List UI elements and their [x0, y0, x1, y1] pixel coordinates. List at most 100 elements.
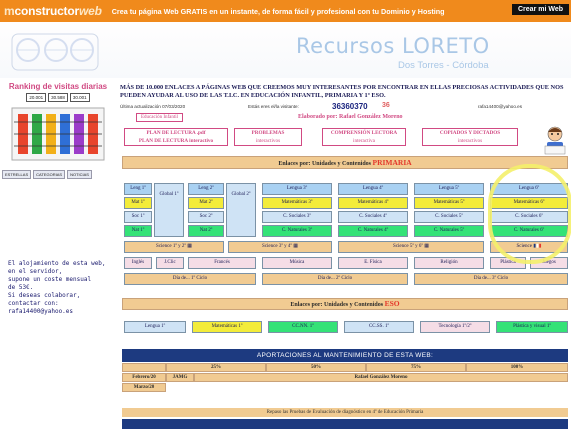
- comprension-link[interactable]: COMPRENSIÓN LECTORA interactiva: [322, 128, 406, 146]
- noticias-button[interactable]: NOTICIAS: [67, 170, 92, 179]
- mat-2-link[interactable]: Mat 2º: [188, 197, 224, 209]
- nav-label: COMPRENSIÓN LECTORA: [330, 130, 398, 136]
- lengua-4-link[interactable]: Lengua 4º: [338, 183, 408, 195]
- uk-flag-icon: ▦: [293, 244, 298, 249]
- leng-2-link[interactable]: Leng 2º: [188, 183, 224, 195]
- ingles-link[interactable]: Inglés: [124, 257, 152, 269]
- eso-matematicas-link[interactable]: Matemáticas 1º: [192, 321, 262, 333]
- left-sidebar: Ranking de visitas diarias 20.001 30.588…: [0, 80, 116, 429]
- plan-lectura-link[interactable]: PLAN DE LECTURA .pdf PLAN DE LECTURA int…: [124, 128, 228, 146]
- aportaciones-header: APORTACIONES AL MANTENIMIENTO DE ESTA WE…: [122, 349, 568, 362]
- ranking-buttons: 20.001 30.588 30.001: [0, 93, 116, 102]
- tic-logo-icon: [11, 33, 99, 71]
- mat-1-link[interactable]: Mat 1º: [124, 197, 152, 209]
- ranking-button[interactable]: 30.588: [48, 93, 68, 102]
- frances-link[interactable]: Francés: [188, 257, 256, 269]
- soc-2-link[interactable]: Soc 2º: [188, 211, 224, 223]
- lengua-5-link[interactable]: Lengua 5º: [414, 183, 484, 195]
- primaria-header-text: Enlaces por: Unidades y Contenidos: [278, 161, 371, 167]
- brand-prefix: m: [4, 4, 15, 18]
- pruebas-header: Repaso las Pruebas de Evaluación de diag…: [122, 408, 568, 417]
- problemas-link[interactable]: PROBLEMAS interactivos: [234, 128, 302, 146]
- lengua-3-link[interactable]: Lengua 3º: [262, 183, 332, 195]
- promo-text[interactable]: Crea tu página Web GRATIS en un instante…: [112, 7, 445, 16]
- matematicas-3-link[interactable]: Matemáticas 3º: [262, 197, 332, 209]
- naturales-4-link[interactable]: C. Naturales 4º: [338, 225, 408, 237]
- eso-lengua-link[interactable]: Lengua 1º: [124, 321, 186, 333]
- intro-text: MÁS DE 10.000 ENLACES A PÁGINAS WEB QUE …: [120, 84, 564, 99]
- note-line: de 53€.: [8, 284, 34, 291]
- pruebas-links-row[interactable]: [122, 419, 568, 429]
- eso-tecnologia-link[interactable]: Tecnología 1º/2º: [420, 321, 490, 333]
- author-credit: Elaborado por: Rafael González Moreno: [298, 114, 403, 120]
- primaria-header: Enlaces por: Unidades y Contenidos PRIMA…: [122, 156, 568, 169]
- categorias-button[interactable]: CATEGORIAS: [33, 170, 66, 179]
- ranking-button[interactable]: 30.001: [69, 93, 90, 102]
- global-2-link[interactable]: Global 2º: [226, 183, 256, 237]
- child-reading-icon: [544, 126, 566, 155]
- aport-month: Marzo/20: [122, 383, 166, 392]
- nav-label: PLAN DE LECTURA .pdf: [146, 130, 206, 136]
- nat-2-link[interactable]: Nat 2º: [188, 225, 224, 237]
- note-line: supone un coste mensual: [8, 276, 92, 283]
- sidebar-small-buttons: ESTRELLAS CATEGORIAS NOTICIAS: [2, 170, 114, 179]
- science-56-link[interactable]: Science 5º y 6º ▦: [338, 241, 484, 253]
- science-34-link[interactable]: Science 3º y 4º ▦: [228, 241, 332, 253]
- last-updated: Última actualización 07/03/2020: [120, 104, 186, 109]
- highlight-circle: [488, 164, 571, 264]
- leng-1-link[interactable]: Leng 1º: [124, 183, 152, 195]
- constructorweb-logo[interactable]: mconstructorweb: [0, 4, 102, 18]
- nav-sublabel: interactivos: [457, 138, 483, 144]
- pct-spacer: [122, 363, 166, 372]
- brand-suffix: web: [78, 4, 102, 18]
- site-title: Recursos LORETO: [296, 34, 490, 58]
- science-label: Science 1º y 2º: [156, 244, 186, 249]
- dia-1-ciclo-link[interactable]: Día de... 1º Ciclo: [124, 273, 256, 285]
- top-banner: mconstructorweb Crea tu página Web GRATI…: [0, 0, 571, 22]
- dia-2-ciclo-link[interactable]: Día de... 2º Ciclo: [262, 273, 408, 285]
- estrellas-button[interactable]: ESTRELLAS: [2, 170, 32, 179]
- dia-3-ciclo-link[interactable]: Día de... 3º Ciclo: [414, 273, 568, 285]
- eso-plastica-link[interactable]: Plástica y visual 1º: [496, 321, 568, 333]
- aport-month: Febrero/20: [122, 373, 166, 382]
- eso-ccss-link[interactable]: CC.SS. 1º: [344, 321, 414, 333]
- abacus-icon: [11, 107, 105, 161]
- global-1-link[interactable]: Global 1º: [154, 183, 184, 237]
- email-link[interactable]: rafa14400@yahoo.es: [478, 104, 522, 109]
- naturales-3-link[interactable]: C. Naturales 3º: [262, 225, 332, 237]
- sociales-4-link[interactable]: C. Sociales 4º: [338, 211, 408, 223]
- science-label: Science 3º y 4º: [262, 244, 292, 249]
- copiados-link[interactable]: COPIADOS Y DICTADOS interactivos: [422, 128, 518, 146]
- contact-email[interactable]: rafa14400@yahoo.es: [8, 308, 112, 316]
- jclic-link[interactable]: J.Clic: [156, 257, 184, 269]
- ranking-button[interactable]: 20.001: [26, 93, 47, 102]
- pct-75: 75%: [366, 363, 466, 372]
- site-subtitle: Dos Torres - Córdoba: [398, 60, 489, 71]
- brand-name: constructor: [14, 4, 79, 18]
- science-12-link[interactable]: Science 1º y 2º ▦: [124, 241, 224, 253]
- religion-link[interactable]: Religión: [414, 257, 484, 269]
- sociales-3-link[interactable]: C. Sociales 3º: [262, 211, 332, 223]
- eso-label: ESO: [384, 299, 400, 308]
- matematicas-5-link[interactable]: Matemáticas 5º: [414, 197, 484, 209]
- musica-link[interactable]: Música: [262, 257, 332, 269]
- eso-ccnn-link[interactable]: CC.NN. 1º: [268, 321, 338, 333]
- note-line: en el servidor,: [8, 268, 63, 275]
- eso-header: Enlaces por: Unidades y Contenidos ESO: [122, 298, 568, 310]
- aport-who: JAMG: [166, 373, 194, 382]
- pct-50: 50%: [266, 363, 366, 372]
- soc-1-link[interactable]: Soc 1º: [124, 211, 152, 223]
- matematicas-4-link[interactable]: Matemáticas 4º: [338, 197, 408, 209]
- sociales-5-link[interactable]: C. Sociales 5º: [414, 211, 484, 223]
- note-line: Si deseas colaborar,: [8, 292, 81, 299]
- nav-label: COPIADOS Y DICTADOS: [439, 130, 501, 136]
- nav-sublabel: interactivos: [255, 138, 281, 144]
- pct-25: 25%: [166, 363, 266, 372]
- naturales-5-link[interactable]: C. Naturales 5º: [414, 225, 484, 237]
- note-line: contactar con:: [8, 300, 59, 307]
- educacion-infantil-link[interactable]: Educación Infantil: [136, 113, 184, 122]
- efisica-link[interactable]: E. Física: [338, 257, 408, 269]
- nat-1-link[interactable]: Nat 1º: [124, 225, 152, 237]
- meta-row: Última actualización 07/03/2020 Estás er…: [120, 102, 569, 112]
- crear-web-button[interactable]: Crear mi Web: [512, 4, 569, 15]
